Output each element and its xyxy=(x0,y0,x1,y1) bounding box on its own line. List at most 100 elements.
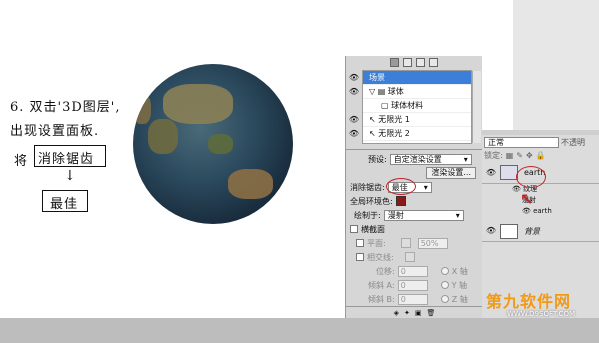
tilt-a-label: 倾斜 A: xyxy=(368,280,395,290)
light-icon[interactable]: ✦ xyxy=(404,309,410,317)
texture-group[interactable]: 👁 纹理 xyxy=(482,184,599,195)
scene-item-material[interactable]: ▢ 球体材料 xyxy=(363,99,471,113)
texture-earth[interactable]: 👁 earth xyxy=(482,206,599,217)
panel-3d-footer: ◈ ✦ ▣ 🗑 xyxy=(346,306,483,318)
annotation-boxed-text: 消除锯齿 xyxy=(38,152,95,167)
axis-z-radio[interactable] xyxy=(440,295,449,303)
render-icon[interactable]: ◈ xyxy=(394,309,399,317)
lock-paint-icon[interactable]: ✎ xyxy=(516,151,523,160)
document-canvas: 6. 双击'3D图层', 出现设置面板. 将 消除锯齿 ↓ 最佳 xyxy=(0,0,345,318)
blend-mode-row: 正常 不透明 xyxy=(482,135,599,149)
preset-row: 预设: 自定渲染设置 ▾ xyxy=(346,152,482,166)
preset-select[interactable]: 自定渲染设置 ▾ xyxy=(389,153,472,165)
eye-icon[interactable]: 👁 xyxy=(347,127,361,141)
render-settings-button[interactable]: 渲染设置... xyxy=(426,167,476,179)
plane-color-swatch[interactable] xyxy=(400,238,411,248)
paint-on-row: 绘制于: 漫射 ▾ xyxy=(346,208,482,222)
global-ambient-swatch[interactable] xyxy=(395,196,406,206)
cross-section-checkbox[interactable] xyxy=(350,225,358,233)
panel-3d-toolbar xyxy=(346,56,482,70)
eye-icon[interactable]: 👁 xyxy=(347,85,361,99)
eye-icon[interactable] xyxy=(347,99,361,113)
annotation-box-result: 最佳 xyxy=(42,190,88,212)
scene-item-light-2[interactable]: ↖ 无限光 2 xyxy=(363,127,471,141)
eye-icon[interactable]: 👁 xyxy=(484,166,498,180)
chevron-down-icon: ▾ xyxy=(463,154,468,164)
plane-opacity-field[interactable]: 50% xyxy=(417,237,448,249)
render-settings-row: 渲染设置... xyxy=(346,166,482,180)
eye-icon[interactable]: 👁 xyxy=(484,224,498,238)
annotation-arrow: ↓ xyxy=(64,168,77,184)
axis-x-radio[interactable] xyxy=(440,267,449,275)
mesh-filter-icon[interactable] xyxy=(403,58,412,67)
annotation-line-2: 出现设置面板. xyxy=(10,124,100,139)
light-filter-icon[interactable] xyxy=(429,58,438,67)
scene-tree: 👁 👁 👁 👁 场景 ▽ ▤ 球体 ▢ 球体材料 ↖ 无限光 1 ↖ 无限光 2 xyxy=(349,70,481,144)
tilt-a-field[interactable]: 0 xyxy=(397,279,428,291)
scene-filter-icon[interactable] xyxy=(390,58,399,67)
land-australia xyxy=(228,169,273,199)
layer-background[interactable]: 👁 背景 xyxy=(482,221,599,242)
axis-x-label: X 轴 xyxy=(451,266,468,276)
earth-globe-3d[interactable] xyxy=(133,64,293,224)
land-asia xyxy=(163,84,233,124)
lock-all-icon[interactable]: 🔒 xyxy=(536,151,546,160)
visibility-column: 👁 👁 👁 👁 xyxy=(347,71,361,141)
new-icon[interactable]: ▣ xyxy=(415,309,422,317)
chevron-down-icon: ▾ xyxy=(423,182,428,192)
tilt-b-field[interactable]: 0 xyxy=(397,293,428,305)
annotation-circle-antialias xyxy=(386,178,416,195)
watermark-main: 第九软件网 xyxy=(486,292,572,311)
texture-diffuse: 漫射 xyxy=(522,196,536,204)
offset-label: 位移: xyxy=(376,266,395,276)
global-ambient-label: 全局环境色: xyxy=(350,196,393,206)
preset-label: 预设: xyxy=(368,154,387,164)
land-india xyxy=(148,119,178,154)
intersect-row: 相交线: xyxy=(346,250,482,264)
annotation-line-1: 6. 双击'3D图层', xyxy=(10,100,121,115)
lock-row: 锁定: ▦ ✎ ✥ 🔒 xyxy=(482,149,599,162)
plane-label: 平面: xyxy=(367,238,386,248)
annotation-result-text: 最佳 xyxy=(50,197,79,212)
scene-item-scene[interactable]: 场景 xyxy=(363,71,471,85)
tilt-a-row: 倾斜 A: 0 Y 轴 xyxy=(346,278,482,292)
cross-section-row: 横截面 xyxy=(346,222,482,236)
workspace-background xyxy=(513,0,599,130)
global-ambient-row: 全局环境色: xyxy=(346,194,482,208)
offset-field[interactable]: 0 xyxy=(397,265,428,277)
paint-on-label: 绘制于: xyxy=(354,210,381,220)
lock-transparent-icon[interactable]: ▦ xyxy=(506,151,514,160)
scene-item-light-1[interactable]: ↖ 无限光 1 xyxy=(363,113,471,127)
axis-z-label: Z 轴 xyxy=(451,294,468,304)
annotation-box-antialias: 消除锯齿 xyxy=(34,145,106,167)
lock-move-icon[interactable]: ✥ xyxy=(526,151,533,160)
land-southeast-asia xyxy=(208,134,233,154)
offset-row: 位移: 0 X 轴 xyxy=(346,264,482,278)
layer-background-thumbnail xyxy=(500,223,518,239)
trash-icon[interactable]: 🗑 xyxy=(427,309,436,317)
paint-on-select[interactable]: 漫射 ▾ xyxy=(383,209,464,221)
annotation-arrow-red: ↖ xyxy=(520,190,534,209)
plane-checkbox[interactable] xyxy=(356,239,364,247)
watermark-logo: 第九软件网 WWW.D9SOFT.COM xyxy=(486,288,596,318)
eye-icon[interactable]: 👁 xyxy=(347,113,361,127)
axis-y-radio[interactable] xyxy=(440,281,449,289)
antialias-label: 消除锯齿: xyxy=(350,182,385,192)
lock-label: 锁定: xyxy=(484,151,503,160)
scene-item-sphere[interactable]: ▽ ▤ 球体 xyxy=(363,85,471,99)
tilt-b-row: 倾斜 B: 0 Z 轴 xyxy=(346,292,482,306)
land-middle-east xyxy=(133,94,151,124)
blend-mode-select[interactable]: 正常 xyxy=(484,136,559,148)
chevron-down-icon: ▾ xyxy=(455,210,460,220)
eye-icon[interactable]: 👁 xyxy=(347,71,361,85)
annotation-line-3-prefix: 将 xyxy=(14,154,29,169)
intersect-checkbox[interactable] xyxy=(356,253,364,261)
material-filter-icon[interactable] xyxy=(416,58,425,67)
opacity-label: 不透明 xyxy=(561,137,585,147)
intersect-color-swatch[interactable] xyxy=(404,252,415,262)
status-bar xyxy=(0,318,599,343)
layer-background-name: 背景 xyxy=(524,226,540,236)
axis-y-label: Y 轴 xyxy=(451,280,468,290)
annotation-circle-layer xyxy=(516,166,546,188)
scene-tree-scrollbar[interactable] xyxy=(472,71,481,143)
